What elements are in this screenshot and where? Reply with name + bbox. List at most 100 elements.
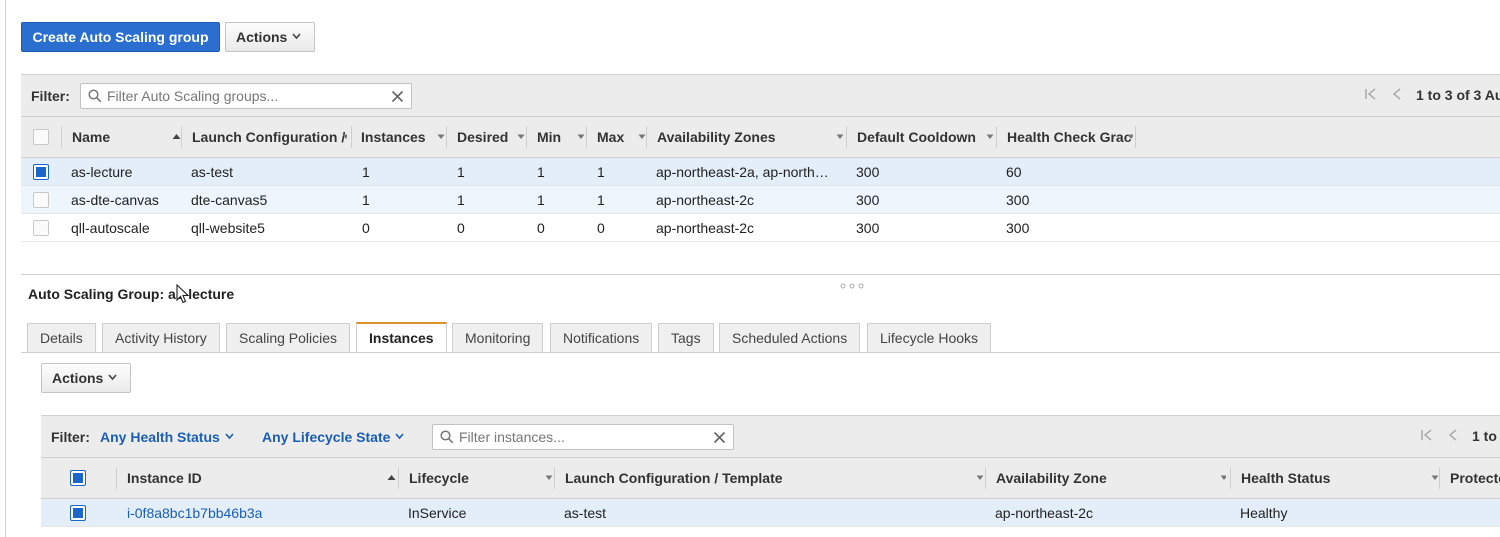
cell-availability-zone: ap-northeast-2c [995,505,1094,521]
column-header-label: Launch Configuration / [192,129,346,145]
column-header-lifecycle[interactable]: Lifecycle [409,458,554,498]
resize-grip-icon[interactable] [839,276,867,292]
column-header-label: Availability Zone [996,470,1107,486]
clear-search-icon[interactable] [391,90,404,106]
table-row[interactable]: i-0f8a8bc1b7bb46b3a InService as-test ap… [41,499,1500,527]
column-separator [181,126,182,148]
clear-search-icon[interactable] [713,431,726,447]
chevron-down-icon [395,432,404,440]
row-checkbox[interactable] [70,505,86,521]
chevron-down-icon [836,134,844,142]
column-header-launch-configuration-template[interactable]: Launch Configuration / Template [565,458,985,498]
column-separator [446,126,447,148]
groups-search-input[interactable] [105,87,385,105]
chevron-down-icon [986,134,994,142]
tab-notifications[interactable]: Notifications [550,323,653,353]
column-separator [846,126,847,148]
cell-launch-configuration: qll-website5 [191,220,265,236]
tab-activity-history[interactable]: Activity History [102,323,220,353]
groups-search-box[interactable] [80,83,412,109]
cell-name: as-lecture [71,164,133,180]
column-header-default-cooldown[interactable]: Default Cooldown [857,117,995,157]
create-auto-scaling-group-button[interactable]: Create Auto Scaling group [21,22,220,52]
chevron-down-icon [1220,475,1226,483]
column-separator [1135,126,1136,148]
tab-details[interactable]: Details [27,323,96,353]
cell-health-status: Healthy [1240,505,1288,521]
column-header-desired[interactable]: Desired [457,117,533,157]
column-header-min[interactable]: Min [537,117,597,157]
lifecycle-state-value: Any Lifecycle State [262,429,391,445]
table-row[interactable]: as-lecture as-test 1 1 1 1 ap-northeast-… [21,158,1500,186]
cell-availability-zones: ap-northeast-2a, ap-northeast-2c [656,164,832,180]
column-header-instance-id[interactable]: Instance ID [127,458,397,498]
cell-health-check-grace: 60 [1006,164,1022,180]
table-row[interactable]: qll-autoscale qll-website5 0 0 0 0 ap-no… [21,214,1500,242]
tab-instances[interactable]: Instances [356,322,447,353]
cell-instance-id-link[interactable]: i-0f8a8bc1b7bb46b3a [127,499,387,527]
column-header-label: Name [72,129,111,145]
cell-default-cooldown: 300 [856,164,880,180]
tab-monitoring[interactable]: Monitoring [452,323,544,353]
instances-filter-label: Filter: [51,429,90,445]
tab-scheduled-actions[interactable]: Scheduled Actions [719,323,861,353]
column-header-label: Lifecycle [409,470,469,486]
select-all-instances-checkbox[interactable] [70,470,86,486]
first-page-icon[interactable] [1420,417,1434,458]
instances-actions-button[interactable]: Actions [41,363,131,393]
lifecycle-state-dropdown[interactable]: Any Lifecycle State [262,429,404,445]
column-separator [398,467,399,489]
row-checkbox[interactable] [33,192,49,208]
column-header-label: Default Cooldown [857,129,976,145]
column-separator [61,126,62,148]
table-row[interactable]: as-dte-canvas dte-canvas5 1 1 1 1 ap-nor… [21,186,1500,214]
cell-availability-zones: ap-northeast-2c [656,192,755,208]
column-separator [1230,467,1231,489]
column-separator [116,467,117,489]
actions-label: Actions [236,29,288,45]
previous-page-icon[interactable] [1448,417,1458,458]
row-checkbox[interactable] [33,220,49,236]
column-header-launch-configuration[interactable]: Launch Configuration / [192,117,347,157]
cell-name: qll-autoscale [71,220,150,236]
panel-splitter[interactable] [21,274,1500,275]
column-header-protected[interactable]: Protecte [1450,458,1500,498]
cell-availability-zones: ap-northeast-2c [656,220,755,236]
instances-filter-bar: Filter: Any Health Status Any Lifecycle … [41,415,1500,458]
cell-default-cooldown: 300 [856,192,880,208]
chevron-down-icon [108,373,117,381]
column-header-label: Health Status [1241,470,1331,486]
column-header-max[interactable]: Max [597,117,647,157]
column-header-label: Instances [361,129,426,145]
tab-tags[interactable]: Tags [658,323,714,353]
health-status-value: Any Health Status [100,429,220,445]
row-checkbox[interactable] [33,164,49,180]
chevron-down-icon [545,475,553,483]
column-header-name[interactable]: Name [72,117,182,157]
column-separator [351,126,352,148]
tab-scaling-policies[interactable]: Scaling Policies [226,323,351,353]
column-header-label: Launch Configuration / Template [565,470,783,486]
select-all-groups-checkbox[interactable] [33,129,49,145]
column-header-health-status[interactable]: Health Status [1241,458,1441,498]
column-header-availability-zones[interactable]: Availability Zones [657,117,847,157]
actions-button[interactable]: Actions [225,22,315,52]
chevron-down-icon [437,134,445,142]
instances-search-box[interactable] [432,424,734,450]
cell-min: 1 [537,164,545,180]
column-header-label: Max [597,129,625,145]
cell-instances: 0 [362,220,370,236]
tab-lifecycle-hooks[interactable]: Lifecycle Hooks [867,323,992,353]
column-header-label: Desired [457,129,509,145]
health-status-dropdown[interactable]: Any Health Status [100,429,234,445]
first-page-icon[interactable] [1364,76,1378,117]
cell-launch-configuration: as-test [191,164,234,180]
instances-search-input[interactable] [457,428,707,446]
column-header-instances[interactable]: Instances [361,117,449,157]
cell-health-check-grace: 300 [1006,220,1030,236]
column-header-availability-zone[interactable]: Availability Zone [996,458,1226,498]
column-header-label: Min [537,129,562,145]
cell-max: 1 [597,164,605,180]
previous-page-icon[interactable] [1392,76,1402,117]
column-header-health-check-grace[interactable]: Health Check Grac [1007,117,1133,157]
